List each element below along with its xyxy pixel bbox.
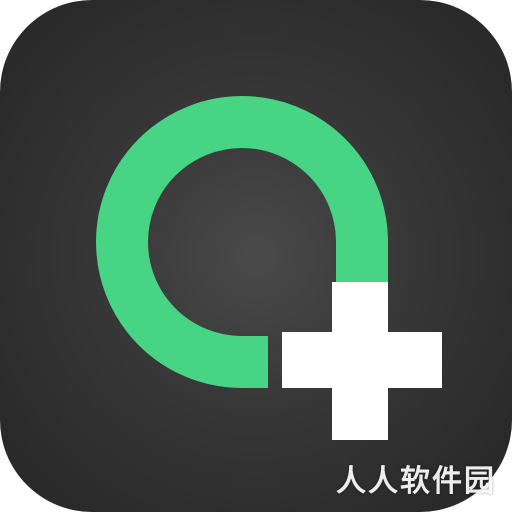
ring-icon: [96, 96, 388, 388]
watermark-text: 人人软件园: [336, 464, 496, 499]
app-icon-tile: [0, 0, 512, 512]
app-logo: [96, 96, 442, 440]
plus-icon: [282, 282, 442, 440]
